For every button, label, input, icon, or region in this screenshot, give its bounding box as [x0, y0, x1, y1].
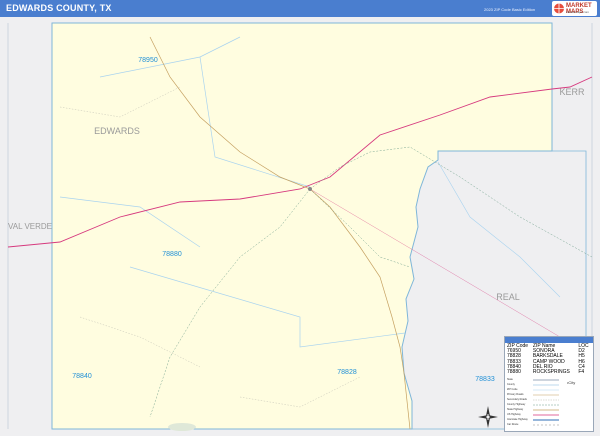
zip-label: 78840 [72, 373, 92, 380]
legend-key-item: Car Route [507, 423, 519, 426]
zip-label: 78950 [138, 57, 158, 64]
zip-name-cell: ROCKSPRINGS [532, 369, 570, 376]
map-title: EDWARDS COUNTY, TX [6, 3, 112, 13]
city-key: •City [567, 380, 575, 385]
logo-subtext: marketmaps.com [566, 10, 590, 14]
zip-label: 78828 [337, 369, 357, 376]
legend-key-item: State Highway [507, 408, 524, 411]
rocksprings-town-marker [308, 187, 312, 191]
legend-symbols [533, 379, 559, 426]
legend-key-item: County Highway [507, 403, 526, 406]
legend-key-item: US Highway [507, 413, 521, 416]
edition-label: 2023 ZIP Code Basic Edition [484, 7, 536, 12]
legend-key-item: Primary Roads [507, 393, 524, 396]
zip-table: ZIP Code ZIP Name LOC 76950 SONORA D2 78… [507, 343, 591, 376]
county-label-val-verde: VAL VERDE [8, 222, 52, 231]
terrain-feature [168, 423, 196, 431]
county-label-edwards: EDWARDS [94, 126, 140, 136]
zip-label: 78880 [162, 251, 182, 258]
zip-table-row: 78880 ROCKSPRINGS F4 [507, 369, 591, 376]
logo-globe-icon [554, 3, 564, 14]
legend-key-item: Interstate Highway [507, 418, 528, 421]
zip-code-cell: 78880 [507, 369, 521, 376]
map-page: EDWARDS COUNTY, TX 2023 ZIP Code Basic E… [0, 0, 600, 436]
city-key-label: City [568, 380, 576, 385]
legend-key-item: ZIP Code [507, 388, 518, 391]
zip-label: 78833 [475, 376, 495, 383]
title-bar: EDWARDS COUNTY, TX 2023 ZIP Code Basic E… [0, 0, 600, 17]
legend-key-item: Secondary Roads [507, 398, 527, 401]
county-label-real: REAL [496, 292, 520, 302]
loc-cell: F4 [578, 369, 585, 376]
county-label-kerr: KERR [559, 87, 585, 97]
legend-box: ZIP Code ZIP Name LOC 76950 SONORA D2 78… [504, 336, 594, 432]
legend-key: State County ZIP Code Primary Roads Seco… [505, 377, 593, 431]
north-arrow-icon [478, 406, 498, 428]
legend-key-item: County [507, 383, 515, 386]
market-maps-logo: MARKET MAPS marketmaps.com [552, 1, 597, 16]
legend-key-item: State [507, 378, 513, 381]
